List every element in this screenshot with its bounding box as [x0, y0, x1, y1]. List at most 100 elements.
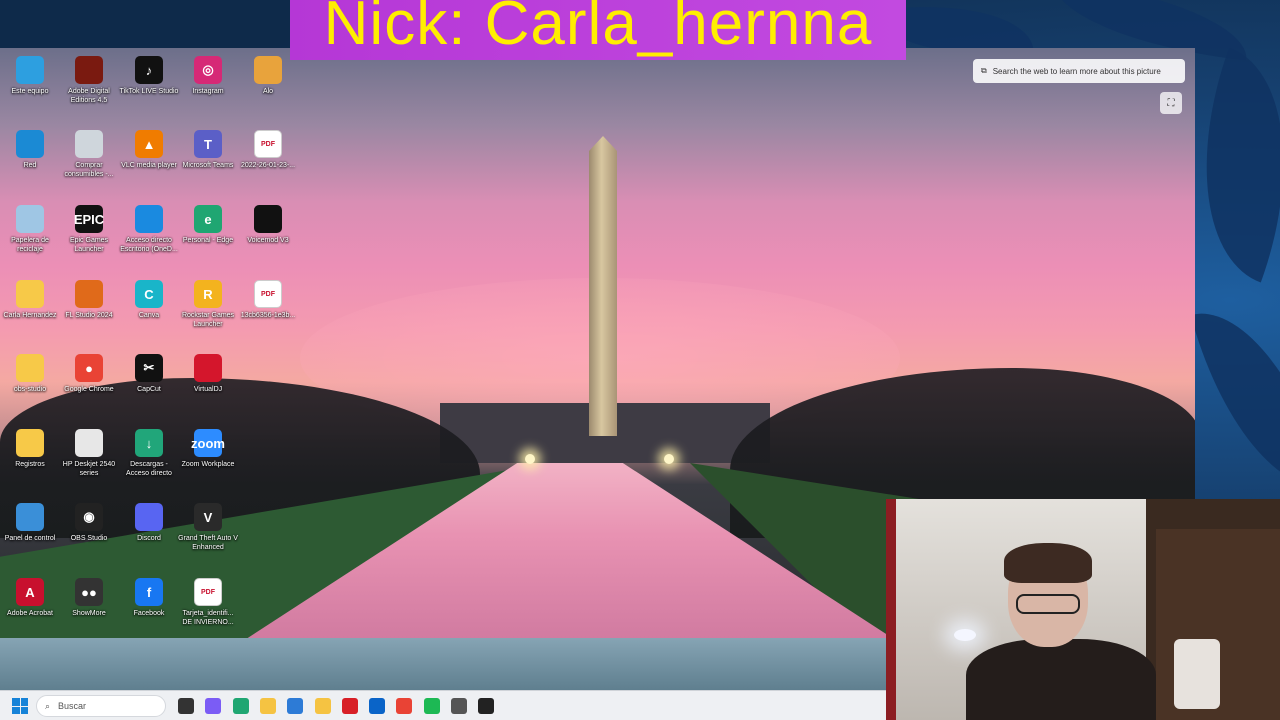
desktop-icon[interactable]: ●● ShowMore	[59, 574, 119, 644]
desktop-icon[interactable]: Acceso directo Escritorio (OneD...	[119, 201, 179, 271]
app-icon: ♪	[135, 56, 163, 84]
desktop-icon-label: Papelera de reciclaje	[11, 237, 49, 253]
app-icon	[75, 429, 103, 457]
app-icon: PDF	[254, 280, 282, 308]
desktop-icon-label: Zoom Workplace	[181, 461, 235, 468]
desktop-icon[interactable]: Carla Hernandez	[0, 276, 60, 346]
app-icon: R	[194, 280, 222, 308]
desktop-icon[interactable]: FL Studio 2024	[59, 276, 119, 346]
search-icon: ⌕	[45, 700, 51, 711]
desktop-icon[interactable]: ● Google Chrome	[59, 350, 119, 420]
desktop-icon[interactable]: R Rockstar Games Launcher	[178, 276, 238, 346]
lens-capture-icon[interactable]: ⛶	[1160, 92, 1182, 114]
taskbar-spotify-icon[interactable]	[423, 698, 440, 714]
app-icon: ●●	[75, 578, 103, 606]
taskbar-camera-icon[interactable]	[451, 698, 467, 714]
desktop-icon[interactable]: Papelera de reciclaje	[0, 201, 60, 271]
app-icon: ●	[75, 354, 103, 382]
app-icon: T	[194, 130, 222, 158]
taskbar-edge-icon[interactable]	[232, 698, 249, 714]
app-icon: ↓	[135, 429, 163, 457]
desktop-icon[interactable]: ✂ CapCut	[119, 350, 179, 420]
app-icon: V	[194, 503, 222, 531]
taskbar-obs-icon[interactable]	[478, 698, 495, 714]
desktop-icon-label: Google Chrome	[64, 386, 114, 393]
desktop-icon-label: Discord	[137, 535, 161, 542]
desktop-icon-label: Adobe Acrobat	[7, 610, 53, 617]
app-icon: zoom	[191, 429, 225, 457]
desktop-icon-label: Adobe Digital Editions 4.5	[68, 88, 110, 104]
app-icon: ◎	[194, 56, 222, 84]
taskbar-search[interactable]: ⌕ Buscar	[36, 695, 166, 717]
desktop-icon-label: Rockstar Games Launcher	[181, 312, 235, 328]
app-icon: PDF	[194, 578, 222, 606]
desktop-icon-label: Acceso directo Escritorio (OneD...	[120, 237, 178, 253]
desktop-icon[interactable]: PDF 2022-26-01-23-...	[238, 126, 298, 196]
desktop-icon[interactable]: C Canva	[119, 276, 179, 346]
desktop-icon[interactable]: zoom Zoom Workplace	[178, 425, 238, 495]
app-icon: A	[16, 578, 44, 606]
app-icon	[75, 280, 103, 308]
app-icon	[135, 503, 163, 531]
desktop-icon[interactable]: Este equipo	[0, 52, 60, 122]
desktop-icon[interactable]: obs-studio	[0, 350, 60, 420]
taskbar-file-explorer-icon[interactable]	[259, 698, 276, 714]
search-placeholder: Buscar	[58, 701, 87, 711]
desktop-icon[interactable]: V Grand Theft Auto V Enhanced	[178, 499, 238, 569]
desktop-icon-label: Epic Games Launcher	[69, 237, 109, 253]
app-icon	[16, 205, 44, 233]
app-icon	[16, 354, 44, 382]
app-icon	[194, 354, 222, 382]
desktop-icon-label: Registros	[15, 461, 45, 468]
desktop-icon[interactable]: ◉ OBS Studio	[59, 499, 119, 569]
desktop-icon-label: obs-studio	[13, 386, 47, 393]
washington-monument	[589, 136, 617, 436]
app-icon	[16, 503, 44, 531]
app-icon	[16, 429, 44, 457]
desktop-icon[interactable]: PDF Tarjeta_identifi... DE INVIERNO...	[178, 574, 238, 644]
desktop-icon[interactable]: ↓ Descargas - Acceso directo	[119, 425, 179, 495]
desktop-icon[interactable]: Panel de control	[0, 499, 60, 569]
taskbar-copilot-icon[interactable]	[205, 698, 222, 714]
desktop-icon[interactable]: Discord	[119, 499, 179, 569]
desktop-icon[interactable]: T Microsoft Teams	[178, 126, 238, 196]
taskbar-sticky-folder-icon[interactable]	[314, 698, 331, 714]
desktop-icon-label: FL Studio 2024	[65, 312, 113, 319]
desktop-icon[interactable]: Comprar consumibles -...	[59, 126, 119, 196]
desktop-icon[interactable]: Adobe Digital Editions 4.5	[59, 52, 119, 122]
app-icon	[135, 205, 163, 233]
desktop-icon[interactable]: PDF 13cb6356-1e3b...	[238, 276, 298, 346]
app-icon	[16, 280, 44, 308]
desktop-icon-label: OBS Studio	[70, 535, 108, 542]
desktop-icon[interactable]: ▲ VLC media player	[119, 126, 179, 196]
taskbar-chrome-icon[interactable]	[396, 698, 413, 714]
desktop-icon-label: VirtualDJ	[193, 386, 223, 393]
taskbar-outlook-icon[interactable]	[369, 698, 386, 714]
desktop-icon[interactable]: HP Deskjet 2540 series	[59, 425, 119, 495]
desktop-icon[interactable]: A Adobe Acrobat	[0, 574, 60, 644]
start-button[interactable]	[12, 698, 28, 714]
desktop-icon-label: Carla Hernandez	[3, 312, 57, 319]
app-icon: C	[135, 280, 163, 308]
desktop-icon[interactable]: ♪ TikTok LIVE Studio	[119, 52, 179, 122]
desktop-icon[interactable]: ◎ Instagram	[178, 52, 238, 122]
desktop-icon[interactable]: f Facebook	[119, 574, 179, 644]
desktop-icon-label: Este equipo	[11, 88, 49, 95]
desktop-icon[interactable]: EPIC Epic Games Launcher	[59, 201, 119, 271]
desktop-icon[interactable]: Voicemod V3	[238, 201, 298, 271]
taskbar-microsoft-store-icon[interactable]	[287, 698, 304, 714]
desktop-icon-label: Descargas - Acceso directo	[126, 461, 172, 477]
taskbar-task-view-icon[interactable]	[178, 698, 194, 714]
desktop-icon[interactable]: Registros	[0, 425, 60, 495]
desktop-icon[interactable]: Alo	[238, 52, 298, 122]
desktop-icon-label: Canva	[138, 312, 160, 319]
desktop-icon-label: Microsoft Teams	[182, 162, 234, 169]
visual-search-chip[interactable]: ⧉ Search the web to learn more about thi…	[973, 59, 1185, 83]
desktop-icon[interactable]: VirtualDJ	[178, 350, 238, 420]
desktop-icon-label: Panel de control	[4, 535, 56, 542]
app-icon	[16, 56, 44, 84]
taskbar-netflix-icon[interactable]	[341, 698, 358, 714]
desktop-icon[interactable]: e Personal - Edge	[178, 201, 238, 271]
desktop-icon-label: 13cb6356-1e3b...	[240, 312, 296, 319]
desktop-icon[interactable]: Red	[0, 126, 60, 196]
